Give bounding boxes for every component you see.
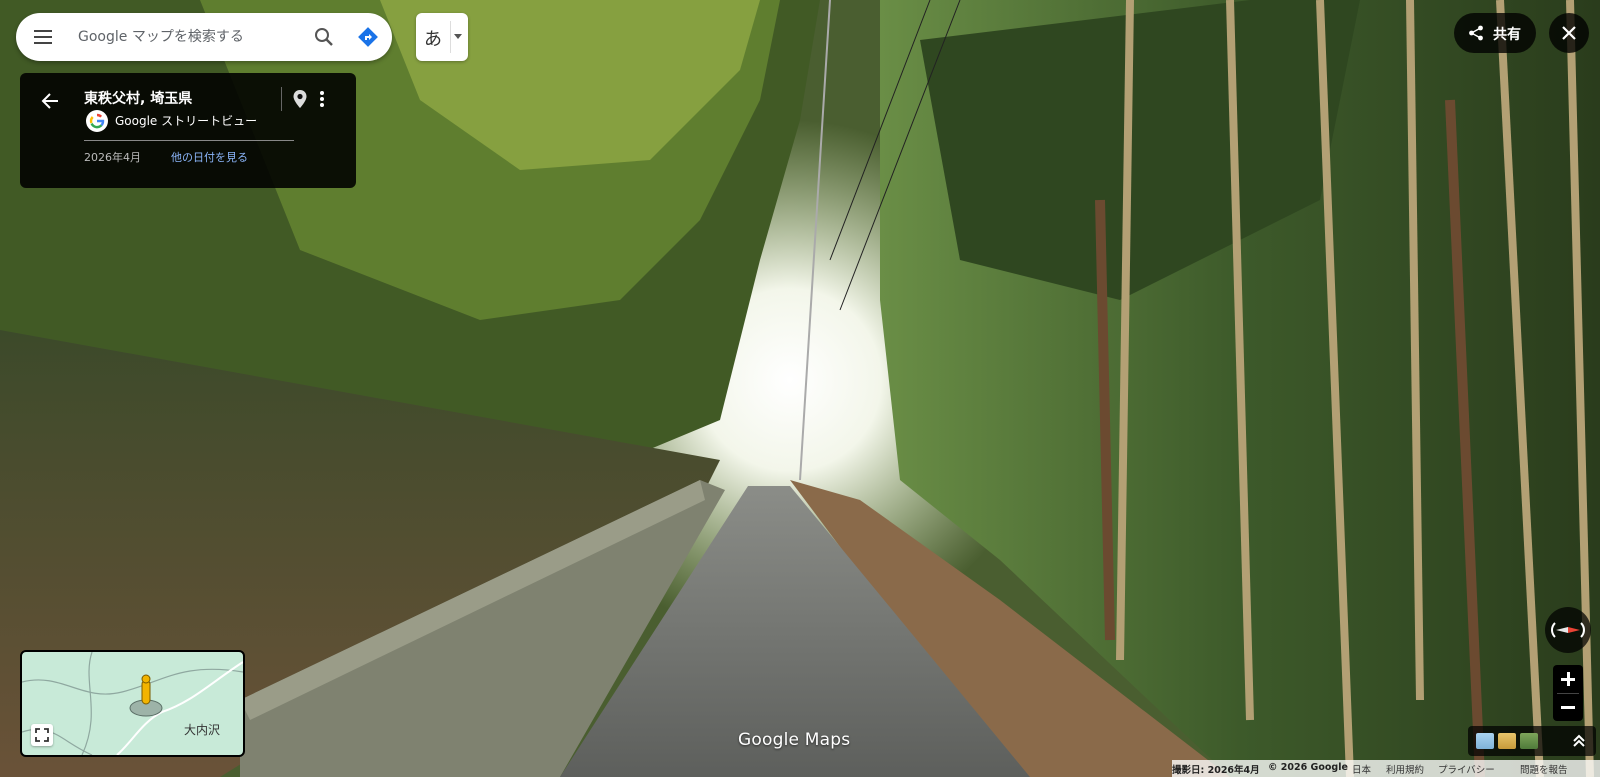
menu-icon[interactable] <box>32 25 56 49</box>
chevron-down-icon[interactable] <box>454 34 462 39</box>
minimap[interactable]: 大内沢 <box>20 650 245 757</box>
layers-icon[interactable] <box>1520 733 1538 749</box>
footer-capture-date: 撮影日: 2026年4月 <box>1172 765 1260 776</box>
zoom-out-icon[interactable] <box>1553 693 1583 721</box>
search-icon[interactable] <box>312 25 336 49</box>
compass-icon <box>1551 622 1585 638</box>
card-separator <box>281 87 282 111</box>
google-maps-logo: Google Maps <box>738 730 851 750</box>
footer-bar: 撮影日: 2026年4月 © 2026 Google 日本 利用規約 プライバシ… <box>1172 760 1600 777</box>
layers-icon[interactable] <box>1498 733 1516 749</box>
footer-country[interactable]: 日本 <box>1352 762 1371 776</box>
footer-terms[interactable]: 利用規約 <box>1386 762 1424 776</box>
ime-divider <box>450 21 451 53</box>
search-box <box>16 13 392 61</box>
footer-copyright: © 2026 Google <box>1268 762 1348 773</box>
close-button[interactable] <box>1549 13 1589 53</box>
compass-button[interactable] <box>1545 607 1591 653</box>
share-label: 共有 <box>1493 27 1521 43</box>
fullscreen-icon[interactable] <box>31 724 53 746</box>
directions-icon[interactable] <box>356 25 380 49</box>
footer-report[interactable]: 問題を報告 <box>1520 762 1568 776</box>
close-icon <box>1562 26 1576 40</box>
location-title: 東秩父村, 埼玉県 <box>84 91 193 107</box>
expand-icon[interactable] <box>1570 732 1588 750</box>
more-vert-icon[interactable] <box>316 88 328 110</box>
minimap-place-label: 大内沢 <box>184 723 221 737</box>
ime-label: あ <box>424 29 442 50</box>
card-divider <box>84 140 294 141</box>
pegman-icon <box>129 674 163 717</box>
location-card: 東秩父村, 埼玉県 Google ストリートビュー 2026年4月 他の日付を見… <box>20 73 356 188</box>
layers-icon[interactable] <box>1476 733 1494 749</box>
google-logo-icon <box>86 110 108 132</box>
source-label: Google ストリートビュー <box>115 114 258 128</box>
share-button[interactable]: 共有 <box>1454 13 1536 53</box>
zoom-in-icon[interactable] <box>1553 665 1583 693</box>
other-dates-link[interactable]: 他の日付を見る <box>171 149 248 165</box>
layers-bar <box>1468 726 1596 756</box>
input-method-selector[interactable]: あ <box>416 13 468 61</box>
back-arrow-icon[interactable] <box>38 89 62 113</box>
pin-icon[interactable] <box>290 88 310 110</box>
search-input[interactable] <box>78 25 288 49</box>
footer-privacy[interactable]: プライバシー <box>1438 762 1495 776</box>
zoom-controls <box>1553 665 1583 721</box>
share-icon <box>1469 25 1483 41</box>
capture-date: 2026年4月 <box>84 151 141 164</box>
